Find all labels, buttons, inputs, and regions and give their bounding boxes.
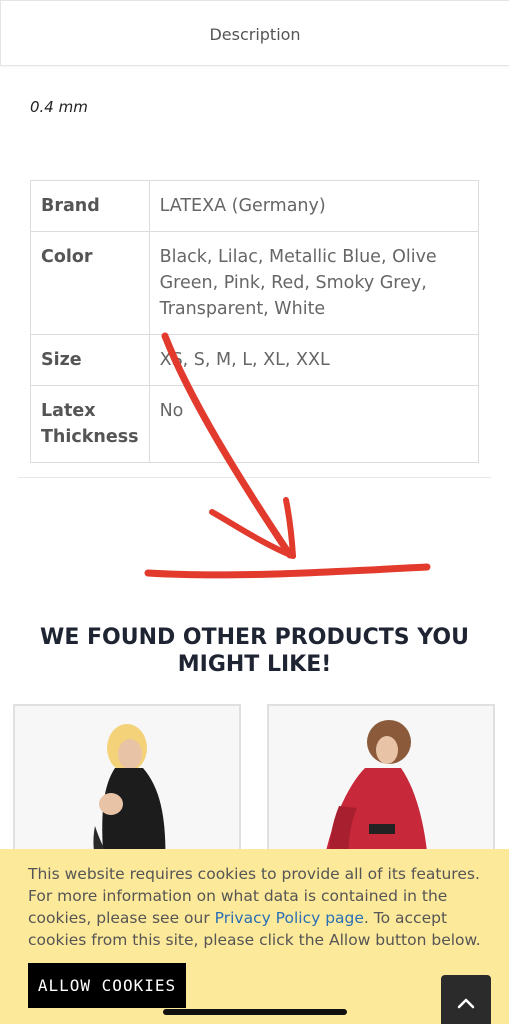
cookie-banner: This website requires cookies to provide… <box>0 849 509 1024</box>
spec-key: Brand <box>30 180 150 232</box>
related-products-heading: WE FOUND OTHER PRODUCTS YOU MIGHT LIKE! <box>40 625 469 677</box>
cookie-message: This website requires cookies to provide… <box>28 863 498 951</box>
spec-key: Color <box>30 231 150 335</box>
spec-key: Size <box>30 334 150 386</box>
thickness-value: 0.4 mm <box>30 98 88 116</box>
spec-table: Brand LATEXA (Germany) Color Black, Lila… <box>30 180 480 463</box>
table-row: Color Black, Lilac, Metallic Blue, Olive… <box>30 231 480 335</box>
spec-value: No <box>148 385 480 463</box>
description-tab-label: Description <box>209 25 301 44</box>
table-row: Latex Thickness No <box>30 385 480 463</box>
spec-key: Latex Thickness <box>30 385 150 463</box>
allow-cookies-button[interactable]: ALLOW COOKIES <box>28 963 186 1008</box>
spec-value: Black, Lilac, Metallic Blue, Olive Green… <box>148 231 480 335</box>
description-tab[interactable]: Description <box>0 0 509 66</box>
home-indicator <box>163 1009 347 1015</box>
scroll-to-top-button[interactable] <box>441 975 491 1024</box>
chevron-up-icon <box>457 998 475 1009</box>
table-row: Size XS, S, M, L, XL, XXL <box>30 334 480 386</box>
spec-value: LATEXA (Germany) <box>148 180 480 232</box>
privacy-policy-link[interactable]: Privacy Policy page <box>215 909 364 927</box>
spec-value: XS, S, M, L, XL, XXL <box>148 334 480 386</box>
section-divider <box>18 477 491 478</box>
table-row: Brand LATEXA (Germany) <box>30 180 480 232</box>
